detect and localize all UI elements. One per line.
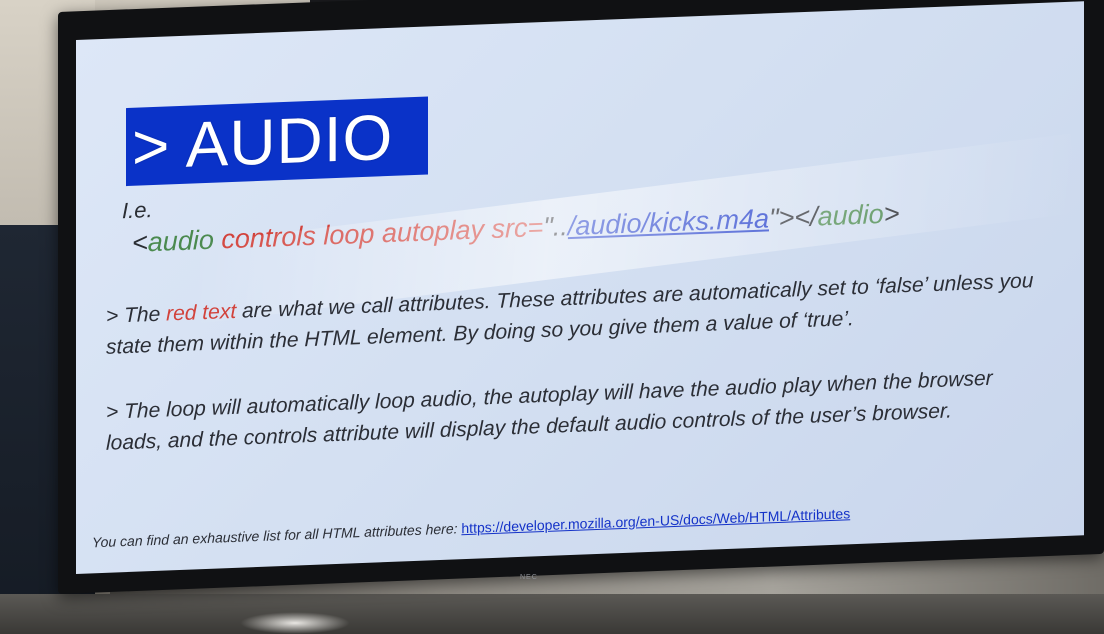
monitor-brand-logo: NEC xyxy=(520,574,538,581)
code-close-suffix: > xyxy=(883,198,900,229)
paragraph1-lead: > The xyxy=(106,302,167,328)
slide-screen: > AUDIO I.e. <audio controls loop autopl… xyxy=(76,1,1084,574)
code-close-prefix: </ xyxy=(794,201,818,233)
red-text-highlight: red text xyxy=(166,299,237,326)
paragraph-loop-autoplay: > The loop will automatically loop audio… xyxy=(106,366,993,455)
footer-text: You can find an exhaustive list for all … xyxy=(92,520,462,551)
code-src-link[interactable]: /audio/kicks.m4a xyxy=(568,203,769,241)
code-attributes: controls loop autoplay src= xyxy=(213,212,544,255)
floor xyxy=(0,594,1104,634)
paragraph-attributes: > The red text are what we call attribut… xyxy=(106,265,1036,363)
code-open-bracket: < xyxy=(132,227,148,258)
code-tag-open: audio xyxy=(147,224,214,258)
code-src-prefix: ".. xyxy=(543,211,568,243)
code-example: <audio controls loop autoplay src="../au… xyxy=(132,198,899,258)
code-tag-close: audio xyxy=(817,198,884,232)
code-src-suffix: "> xyxy=(768,202,795,234)
mdn-attributes-link[interactable]: https://developer.mozilla.org/en-US/docs… xyxy=(461,505,850,536)
blur-smudge xyxy=(240,612,350,634)
slide-title: > AUDIO xyxy=(132,100,394,183)
example-label: I.e. xyxy=(122,197,153,224)
title-box: > AUDIO xyxy=(126,96,428,187)
footer-note: You can find an exhaustive list for all … xyxy=(92,505,850,550)
paragraph1-rest: are what we call attributes. These attri… xyxy=(106,269,1034,359)
